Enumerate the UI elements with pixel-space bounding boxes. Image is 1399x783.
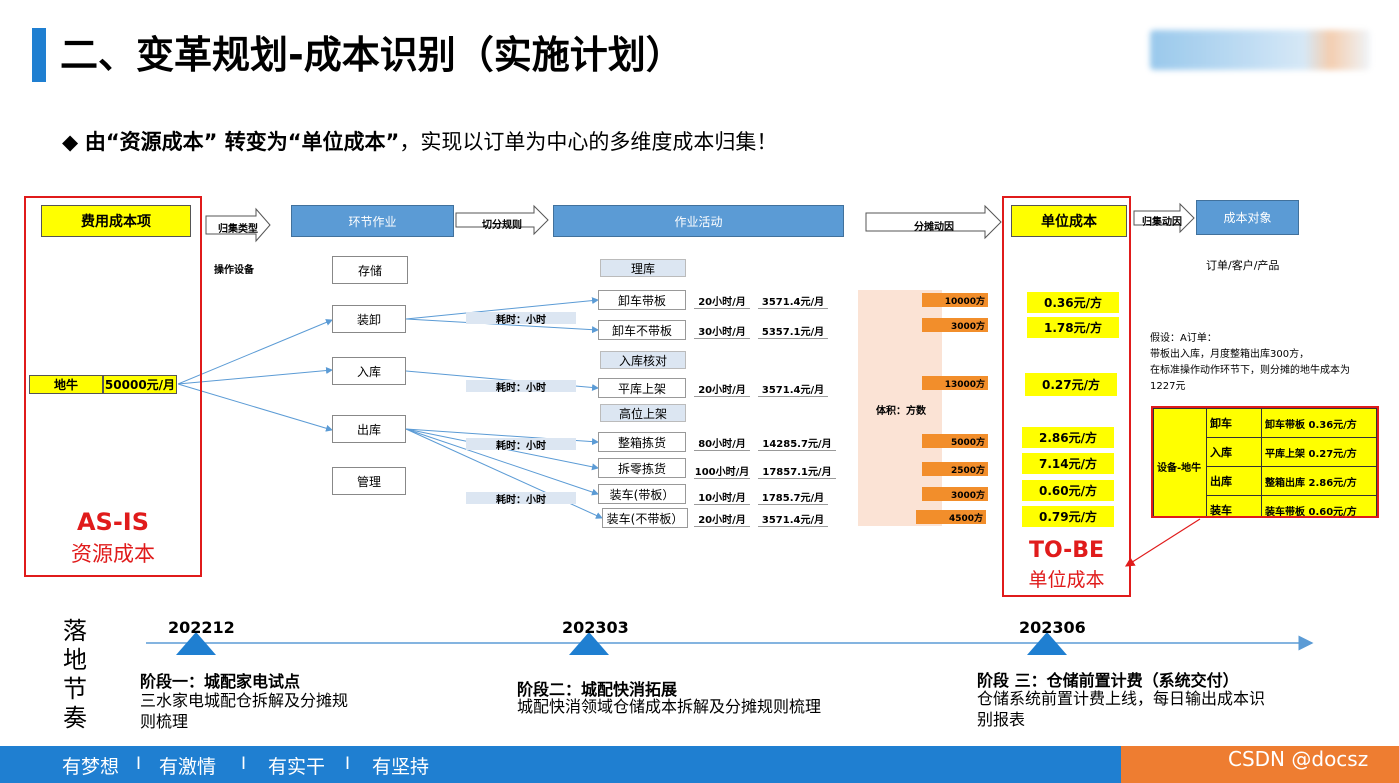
unit-cost-value: 0.36元/方 [1027,292,1119,313]
arrow-label-collect-driver: 归集动因 [1142,217,1182,228]
resource-name: 地牛 [29,375,103,394]
stage-desc: 三水家电城配仓拆解及分摊规则梳理 [140,691,349,731]
assumption-line: 带板出入库，月度整箱出库300方， [1150,349,1310,360]
op-equipment-label: 操作设备 [214,264,254,276]
activity-node: 高位上架 [600,404,686,422]
arrow-label-allocation-driver: 分摊动因 [914,222,954,233]
hours-value: 20小时/月 [694,380,750,397]
volume-label: 体积：方数 [876,406,926,417]
time-label: 耗时：小时 [466,312,576,326]
matrix-detail: 平库上架 0.27元/方 [1261,437,1377,467]
arrow-label-collect-type: 归集类型 [218,224,258,235]
unit-cost-value: 0.27元/方 [1025,373,1117,396]
activity-node: 整箱拣货 [598,432,686,452]
volume-bar: 2500方 [922,462,988,476]
cost-value: 3571.4元/月 [758,380,828,397]
arrow-label-split-rule: 切分规则 [482,220,522,231]
matrix-detail: 整箱出库 2.86元/方 [1261,466,1377,496]
activity-node: 入库核对 [600,351,686,369]
cost-item-header: 费用成本项 [41,205,191,237]
assumption-text: 假设：A订单： 带板出入库，月度整箱出库300方， 在标准操作动作环节下，则分摊… [1150,331,1378,395]
process-node: 装卸 [332,305,406,333]
assumption-line: 1227元 [1150,381,1186,392]
stage-title: 阶段一：城配家电试点 [140,672,301,691]
footer-separator: I [241,754,247,774]
volume-bar: 3000方 [922,318,988,332]
allocation-matrix: 设备-地牛 卸车 卸车带板 0.36元/方 入库 平库上架 0.27元/方 出库… [1151,406,1379,518]
unit-cost-value: 2.86元/方 [1022,427,1114,448]
cost-value: 17857.1元/月 [758,462,836,479]
matrix-detail: 装车带板 0.60元/方 [1261,495,1377,516]
footer-slogan: 有梦想 [62,756,120,778]
cost-value: 5357.1元/月 [758,322,828,339]
asis-title: AS-IS [76,508,150,536]
hours-value: 10小时/月 [694,488,750,505]
stage-desc: 城配快消领域仓储成本拆解及分摊规则梳理 [517,697,822,716]
tobe-subtitle: 单位成本 [1028,569,1105,591]
volume-bar: 10000方 [922,293,988,307]
process-node: 存储 [332,256,408,284]
matrix-process: 出库 [1206,466,1262,496]
assumption-line: 在标准操作动作环节下，则分摊的地牛成本为 [1150,365,1350,376]
activity-node: 装车(带板） [598,484,686,504]
unit-cost-header: 单位成本 [1011,205,1127,237]
footer-separator: I [136,754,142,774]
volume-bar: 3000方 [922,487,988,501]
activity-node: 装车(不带板） [602,508,688,528]
unit-cost-value: 0.79元/方 [1022,506,1114,527]
activity-header: 作业活动 [553,205,844,237]
cost-value: 3571.4元/月 [758,510,828,527]
footer-separator: I [345,754,351,774]
process-node: 出库 [332,415,406,443]
stage-date: 202212 [168,618,235,637]
cost-value: 14285.7元/月 [758,434,836,451]
assumption-line: 假设：A订单： [1150,333,1217,344]
activity-node: 卸车不带板 [598,320,686,340]
footer-slogan: 有坚持 [372,756,430,778]
stage-date: 202306 [1019,618,1086,637]
hours-value: 30小时/月 [694,322,750,339]
stage-desc: 仓储系统前置计费上线，每日输出成本识别报表 [977,689,1266,729]
hours-value: 100小时/月 [694,462,750,479]
activity-node: 理库 [600,259,686,277]
volume-bar: 13000方 [922,376,988,390]
cost-object-value: 订单/客户/产品 [1206,259,1280,272]
matrix-detail: 卸车带板 0.36元/方 [1261,408,1377,438]
matrix-equipment-label: 设备-地牛 [1153,408,1207,516]
volume-bar: 4500方 [916,510,986,524]
time-label: 耗时：小时 [466,492,576,506]
hours-value: 20小时/月 [694,510,750,527]
process-header: 环节作业 [291,205,454,237]
asis-subtitle: 资源成本 [71,542,155,566]
unit-cost-value: 1.78元/方 [1027,317,1119,338]
cost-value: 3571.4元/月 [758,292,828,309]
resource-row: 地牛 50000元/月 [29,375,177,394]
process-node: 入库 [332,357,406,385]
matrix-process: 入库 [1206,437,1262,467]
footer-slogan: 有激情 [159,756,217,778]
process-node: 管理 [332,467,406,495]
watermark: CSDN @docsz [1228,747,1369,771]
activity-node: 卸车带板 [598,290,686,310]
timeline-label: 落地节奏 [63,617,87,732]
hours-value: 20小时/月 [694,292,750,309]
cost-object-header: 成本对象 [1196,200,1299,235]
hours-value: 80小时/月 [694,434,750,451]
footer-slogan: 有实干 [268,756,326,778]
volume-bar: 5000方 [922,434,988,448]
activity-node: 拆零拣货 [598,458,686,478]
stage-date: 202303 [562,618,629,637]
unit-cost-value: 7.14元/方 [1022,453,1114,474]
activity-node: 平库上架 [598,378,686,398]
time-label: 耗时：小时 [466,380,576,394]
time-label: 耗时：小时 [466,438,576,452]
unit-cost-value: 0.60元/方 [1022,480,1114,501]
cost-value: 1785.7元/月 [758,488,828,505]
tobe-box [1002,196,1131,597]
resource-value: 50000元/月 [103,375,177,394]
tobe-title: TO-BE [1028,538,1105,563]
matrix-process: 装车 [1206,495,1262,516]
matrix-process: 卸车 [1206,408,1262,438]
